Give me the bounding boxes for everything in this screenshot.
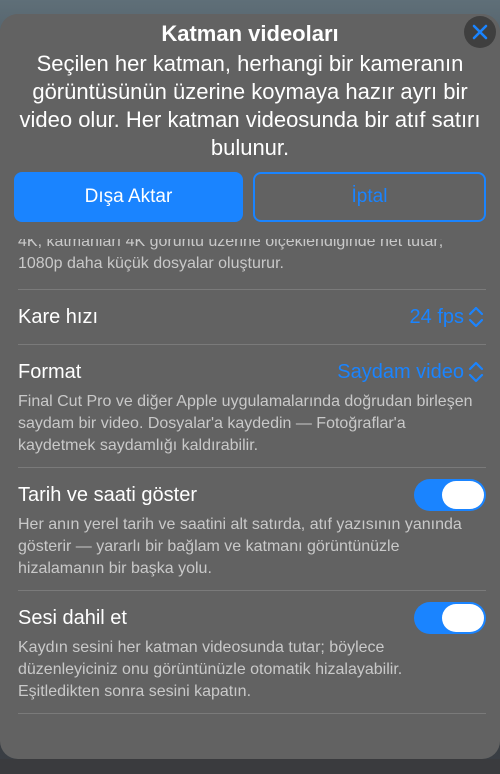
sheet-header: Katman videoları Seçilen her katman, her… [0, 14, 500, 239]
show-datetime-label: Tarih ve saati göster [18, 483, 197, 506]
settings-list: 4K, katmanları 4K görüntü üzerine ölçekl… [0, 219, 500, 714]
include-audio-toggle[interactable] [414, 602, 486, 634]
format-value: Saydam video [337, 360, 464, 383]
sheet-title: Katman videoları [161, 21, 339, 46]
frame-rate-row[interactable]: Kare hızı 24 fps [0, 290, 500, 344]
divider [18, 713, 486, 714]
close-button[interactable] [464, 16, 496, 48]
include-audio-description: Kaydın sesini her katman videosunda tuta… [18, 639, 403, 700]
close-icon [472, 24, 488, 40]
action-buttons: Dışa Aktar İptal [14, 172, 486, 222]
show-datetime-toggle[interactable] [414, 479, 486, 511]
export-button[interactable]: Dışa Aktar [14, 172, 243, 222]
format-picker[interactable]: Saydam video [337, 358, 486, 386]
chevron-up-down-icon [468, 361, 484, 383]
background-strip [0, 759, 500, 774]
format-label: Format [18, 360, 82, 383]
chevron-up-down-icon [468, 306, 484, 328]
sheet-subtitle: Seçilen her katman, herhangi bir kameran… [19, 51, 481, 160]
frame-rate-value: 24 fps [409, 305, 464, 328]
toggle-knob [442, 604, 484, 632]
cancel-button[interactable]: İptal [253, 172, 486, 222]
format-description: Final Cut Pro ve diğer Apple uygulamalar… [18, 393, 473, 454]
include-audio-label: Sesi dahil et [18, 606, 127, 629]
export-sheet: 4K, katmanları 4K görüntü üzerine ölçekl… [0, 14, 500, 759]
frame-rate-label: Kare hızı [18, 305, 99, 328]
frame-rate-picker[interactable]: 24 fps [410, 303, 486, 331]
show-datetime-description: Her anın yerel tarih ve saatini alt satı… [18, 516, 462, 577]
toggle-knob [442, 481, 484, 509]
